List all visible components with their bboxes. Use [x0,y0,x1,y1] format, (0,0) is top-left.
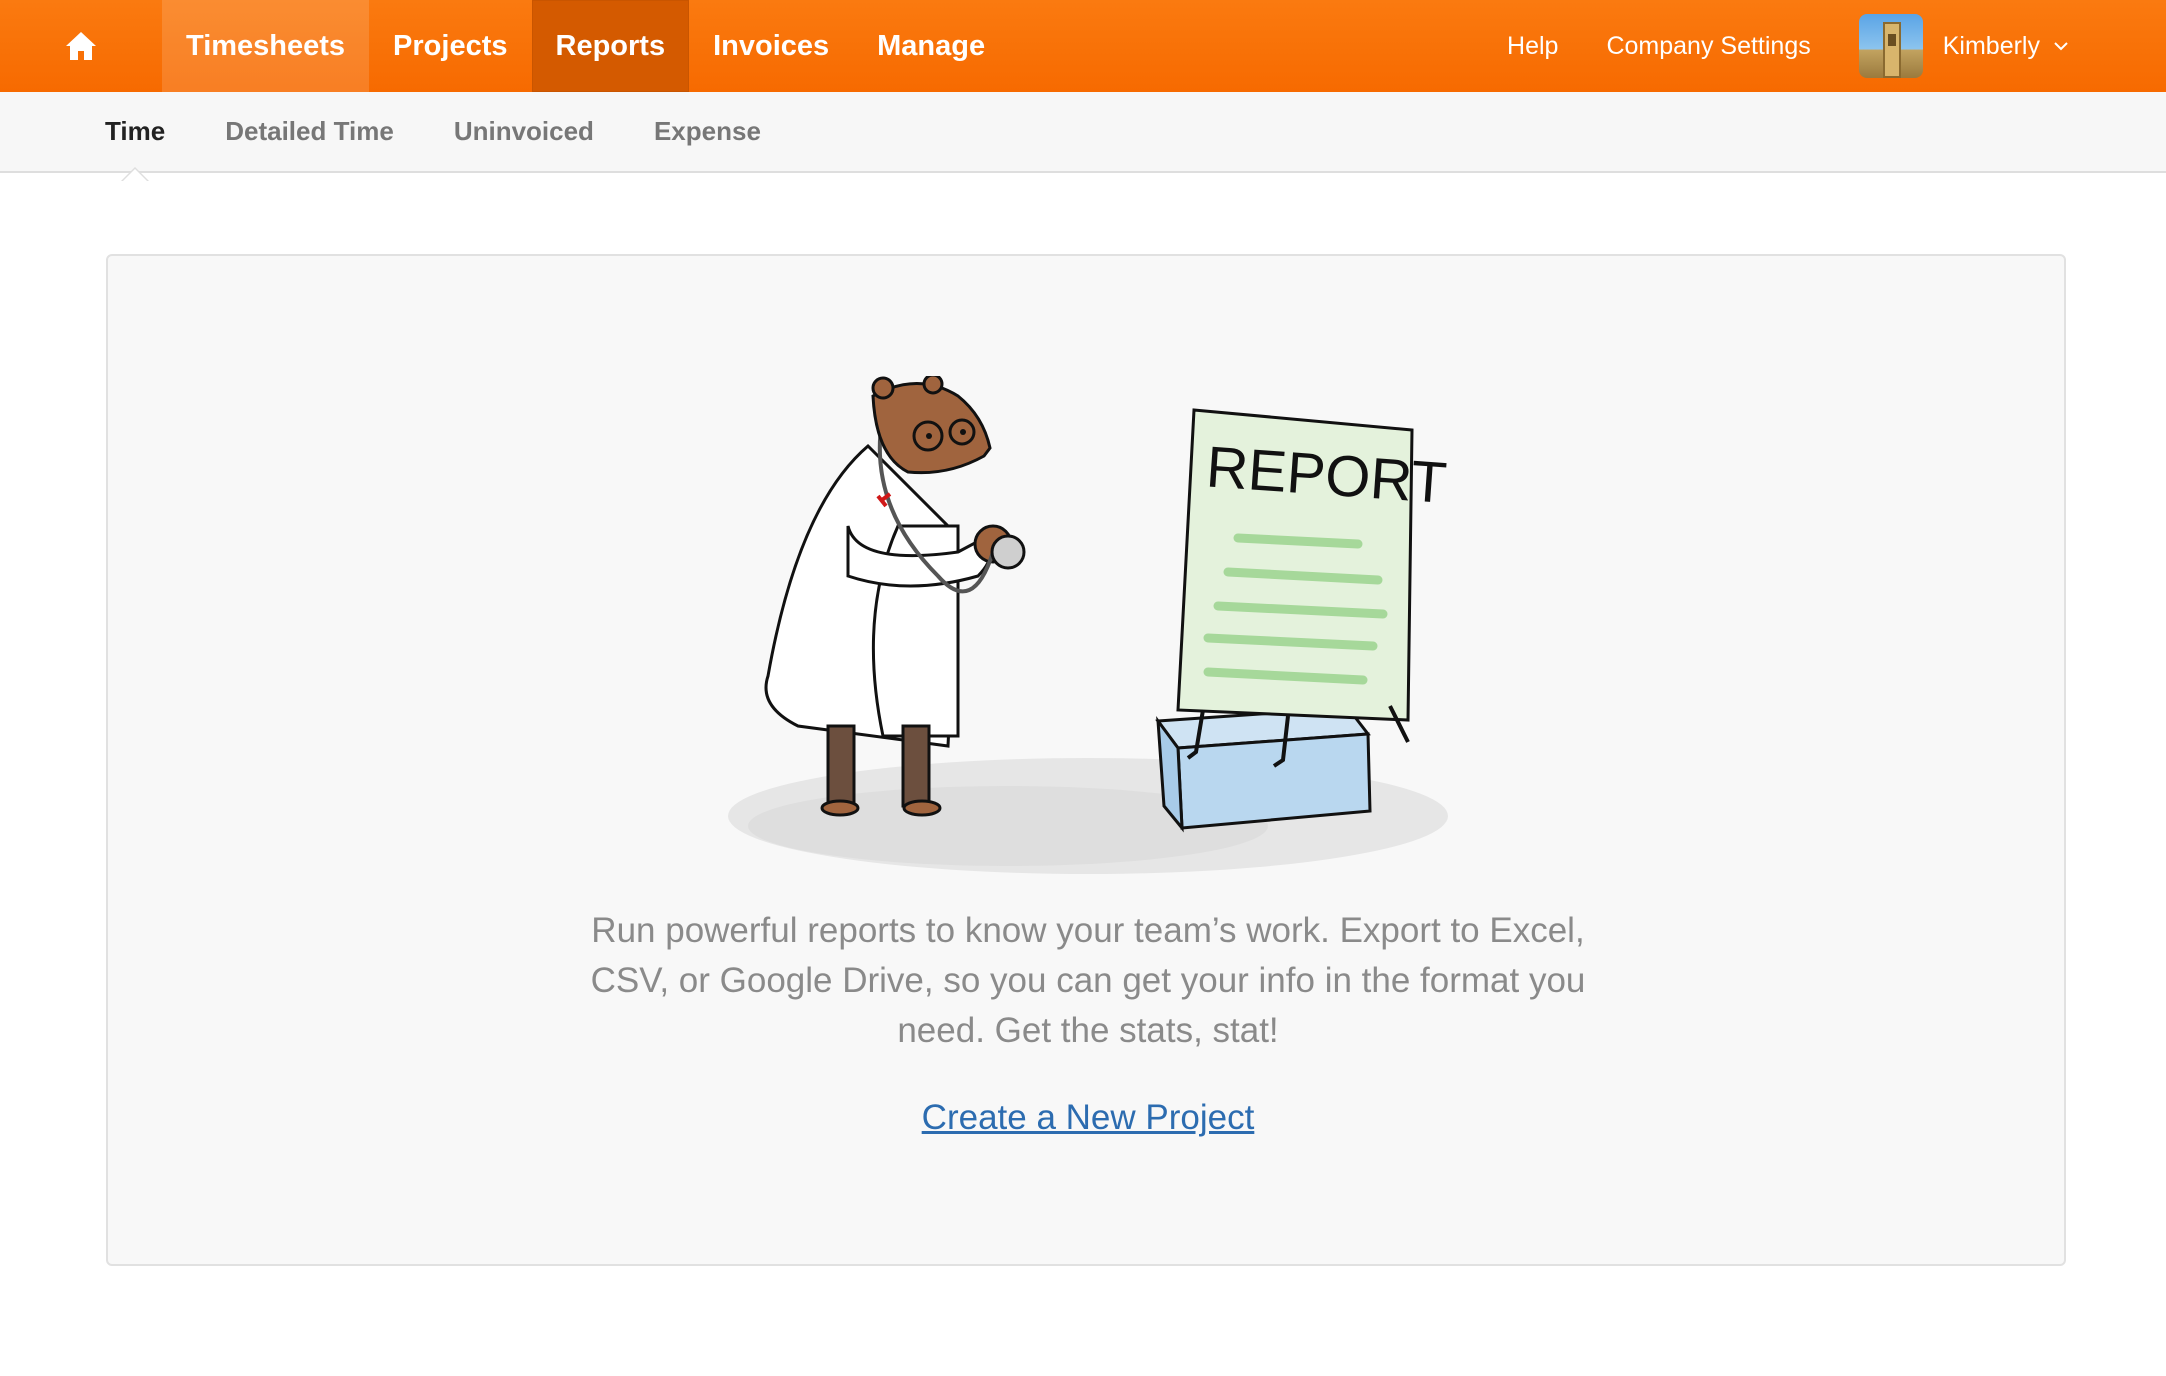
avatar [1858,14,1923,78]
user-name: Kimberly [1942,31,2040,60]
company-settings-link[interactable]: Company Settings [1582,32,1834,61]
nav-projects[interactable]: Projects [369,0,531,92]
nav-right-group: Help Company Settings Kimberly [1483,0,2166,92]
tab-time[interactable]: Time [105,116,166,181]
tab-time-label: Time [105,116,166,146]
reports-sub-navigation: Time Detailed Time Uninvoiced Expense [0,92,2166,181]
doctor-bear-report-illustration: REPORT [728,376,1449,874]
nav-invoices[interactable]: Invoices [689,0,853,92]
create-new-project-link[interactable]: Create a New Project [922,1098,1255,1137]
nav-reports[interactable]: Reports [531,0,690,92]
nav-manage[interactable]: Manage [853,0,1009,92]
user-menu[interactable]: Kimberly [1835,14,2070,78]
help-link[interactable]: Help [1483,32,1582,61]
nav-timesheets[interactable]: Timesheets [162,0,370,92]
active-tab-caret [121,167,150,181]
top-navigation-bar: Timesheets Projects Reports Invoices Man… [0,0,2166,92]
empty-state-message: Run powerful reports to know your team’s… [590,911,1586,1050]
tab-expense[interactable]: Expense [654,116,761,147]
chevron-down-icon [2054,42,2068,51]
tab-detailed-time[interactable]: Detailed Time [225,116,394,147]
cta-container: Create a New Project [108,1098,2068,1138]
tab-uninvoiced[interactable]: Uninvoiced [454,116,594,147]
home-icon [66,32,96,60]
home-button[interactable] [0,0,162,92]
empty-state-panel: REPORT Run powerful reports to know your… [106,254,2066,1266]
